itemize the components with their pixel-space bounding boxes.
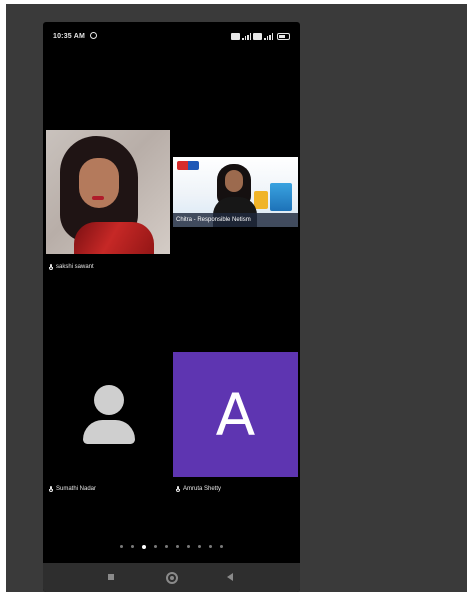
recent-apps-icon[interactable] [108, 574, 114, 580]
page-indicator [43, 544, 300, 551]
system-nav-bar [43, 563, 300, 592]
page-dot[interactable] [209, 545, 212, 548]
signal-icon [242, 32, 251, 40]
person-icon [94, 385, 124, 415]
presenter-caption: Chitra - Responsible Netism [173, 213, 298, 227]
participant-name-label: sakshi sawant [49, 262, 94, 272]
avatar-initial: A [215, 380, 256, 449]
page-dot[interactable] [176, 545, 179, 548]
sim-icon [231, 32, 240, 40]
status-indicators [231, 32, 290, 40]
screenshot-frame: 10:35 AM sakshi sawant Chitra - Responsi… [0, 0, 467, 592]
sim-icon [253, 32, 262, 40]
participant-name: Sumathi Nadar [56, 486, 97, 492]
back-icon[interactable] [227, 573, 233, 581]
page-dot[interactable] [120, 545, 123, 548]
page-dot[interactable] [198, 545, 201, 548]
participant-name-label: Sumathi Nadar [49, 484, 96, 494]
page-dot-active[interactable] [142, 544, 146, 549]
status-bar: 10:35 AM [43, 22, 300, 52]
participant-name: Amruta Shetty [183, 486, 222, 492]
page-dot[interactable] [187, 545, 190, 548]
participant-video-tile[interactable] [46, 130, 170, 254]
battery-icon [277, 32, 290, 40]
participant-name: sakshi sawant [56, 264, 94, 270]
alarm-clock-icon [90, 32, 97, 39]
page-dot[interactable] [165, 545, 168, 548]
phone-screen: 10:35 AM sakshi sawant Chitra - Responsi… [43, 22, 300, 592]
participant-name-label: Amruta Shetty [176, 484, 221, 494]
page-dot[interactable] [220, 545, 223, 548]
status-time: 10:35 AM [53, 33, 86, 40]
participant-initial-tile[interactable]: A [173, 352, 298, 477]
page-dot[interactable] [131, 545, 134, 548]
participant-avatar-tile[interactable] [46, 352, 170, 476]
screen-share-tile[interactable]: Chitra - Responsible Netism [173, 157, 298, 227]
home-icon[interactable] [166, 572, 178, 584]
page-dot[interactable] [154, 545, 157, 548]
microphone-icon [176, 485, 180, 493]
microphone-icon [49, 485, 53, 493]
slide-logo [177, 161, 199, 170]
microphone-icon [49, 263, 53, 271]
wifi-signal-icon [264, 32, 273, 40]
